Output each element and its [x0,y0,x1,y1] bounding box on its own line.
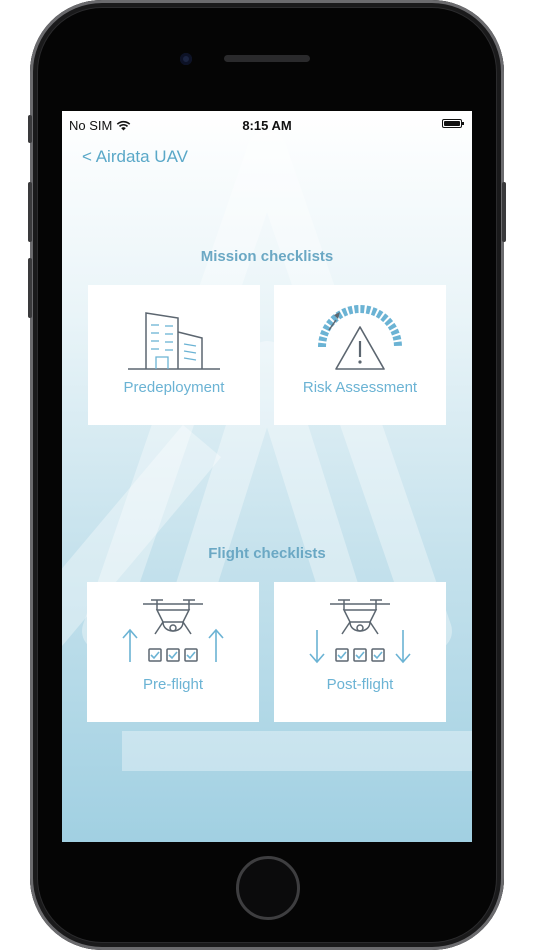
earpiece-speaker [224,55,310,62]
risk-gauge-warning-icon [318,305,402,370]
drone-down-arrows-icon [309,599,411,664]
pre-flight-label: Pre-flight [142,676,204,693]
home-button[interactable] [236,856,300,920]
front-camera [180,53,192,65]
post-flight-label: Post-flight [326,676,394,693]
flight-checklists-title: Flight checklists [208,545,326,562]
mute-switch [28,115,32,143]
battery-icon [442,119,464,128]
buildings-icon [128,312,220,370]
background-logo-icon [62,131,472,771]
volume-down-button [28,258,32,318]
back-button[interactable]: < Airdata UAV [82,147,188,167]
risk-assessment-card[interactable]: Risk Assessment [274,285,446,425]
status-bar: No SIM 8:15 AM [62,111,472,137]
predeployment-card[interactable]: Predeployment [88,285,260,425]
post-flight-card[interactable]: Post-flight [274,582,446,722]
drone-up-arrows-icon [122,599,224,662]
power-button [502,182,506,242]
predeployment-label: Predeployment [123,379,225,396]
volume-up-button [28,182,32,242]
status-time: 8:15 AM [242,118,292,133]
pre-flight-card[interactable]: Pre-flight [87,582,259,722]
app-screen: No SIM 8:15 AM < Airdata UAV Mission che… [62,111,472,842]
mission-checklists-title: Mission checklists [200,248,334,265]
risk-assessment-label: Risk Assessment [302,379,418,396]
